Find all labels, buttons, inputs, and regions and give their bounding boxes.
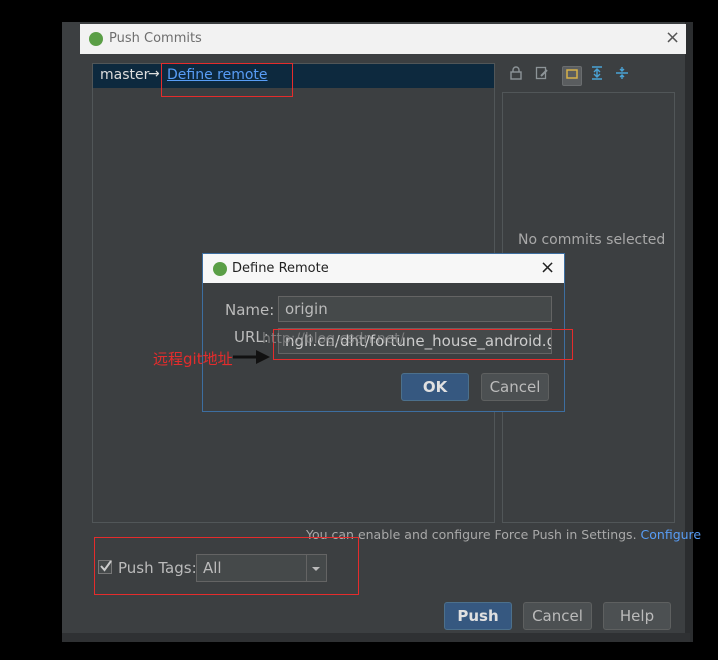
edit-icon[interactable]	[532, 66, 552, 86]
expand-all-icon[interactable]	[587, 66, 607, 86]
chevron-down-icon	[312, 567, 320, 571]
force-push-hint: You can enable and configure Force Push …	[306, 527, 701, 542]
window-title: Push Commits	[109, 31, 202, 46]
remote-name-input[interactable]: origin	[278, 296, 552, 322]
select-divider	[306, 555, 307, 581]
help-button[interactable]: Help	[603, 602, 671, 630]
arrow-right-icon	[233, 350, 270, 364]
arrow-right-icon: →	[148, 66, 160, 82]
bottom-strip	[62, 633, 690, 642]
push-tags-select[interactable]: All	[196, 554, 327, 582]
push-tags-label: Push Tags:	[118, 559, 197, 577]
cancel-button[interactable]: Cancel	[523, 602, 592, 630]
branch-row[interactable]: master → Define remote	[93, 64, 494, 88]
close-icon[interactable]: ×	[665, 29, 680, 47]
annotation-text: 远程git地址	[153, 350, 233, 368]
lock-icon[interactable]	[506, 66, 526, 86]
name-label: Name:	[225, 301, 275, 319]
no-commits-text: No commits selected	[518, 232, 666, 248]
dialog-cancel-button[interactable]: Cancel	[481, 373, 549, 401]
android-studio-icon	[89, 32, 103, 46]
watermark: http://blog.csdn.net/	[262, 331, 405, 347]
collapse-all-icon[interactable]	[612, 66, 632, 86]
folder-icon[interactable]	[562, 66, 582, 86]
ok-button[interactable]: OK	[401, 373, 469, 401]
push-tags-checkbox[interactable]	[98, 560, 112, 574]
dialog-titlebar: Define Remote ×	[203, 254, 564, 283]
android-studio-icon	[213, 262, 227, 276]
dialog-close-icon[interactable]: ×	[540, 259, 555, 277]
window-titlebar: Push Commits ×	[80, 24, 686, 54]
annotation-box-define-remote	[161, 63, 293, 97]
configure-link[interactable]: Configure	[641, 527, 702, 542]
push-button[interactable]: Push	[444, 602, 512, 630]
window-edge	[685, 22, 693, 642]
branch-name: master	[100, 67, 150, 83]
dialog-title: Define Remote	[232, 261, 329, 276]
push-tags-value: All	[203, 559, 222, 577]
